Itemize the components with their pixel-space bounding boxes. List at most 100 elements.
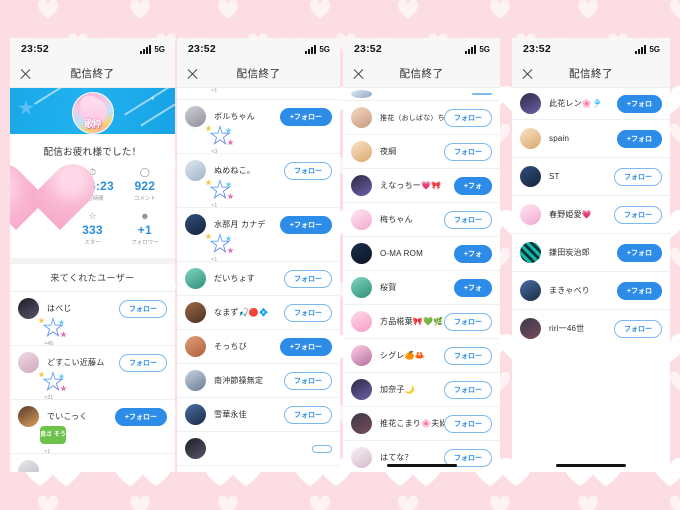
avatar [18, 298, 39, 319]
follow-button[interactable]: +フォロ [616, 243, 662, 262]
follow-button[interactable]: フォロー [614, 205, 662, 224]
panel1-content[interactable]: 歌枠 配信お疲れ様でした！ ⏱ 2:06:23 配信時間 ☆ 333 スター ◯… [10, 88, 175, 472]
follow-button[interactable] [312, 444, 332, 453]
follow-button[interactable]: フォロー [284, 405, 332, 424]
phone-panel-4: 23:52 5G 配信終了 此花レン🌸🎐 +フォロ spain +フォロ ST … [512, 38, 670, 472]
page-title: 配信終了 [569, 68, 613, 80]
list-item[interactable]: でいこっく +フォロー 良さ そう ×1 [10, 400, 175, 455]
avatar [18, 460, 39, 472]
follow-button[interactable]: フォロー [444, 414, 492, 433]
list-item[interactable] [343, 88, 500, 101]
list-item[interactable]: ST フォロー [512, 158, 670, 196]
avatar [185, 336, 206, 357]
follow-button[interactable]: +フォロー [279, 107, 332, 126]
list-item[interactable]: 梅ちゃん フォロー [343, 203, 500, 237]
follow-button[interactable]: +フォ [453, 278, 492, 297]
list-item[interactable]: 雪華永佳 フォロー [177, 398, 340, 432]
follow-button[interactable]: +フォロー [114, 407, 167, 426]
close-icon[interactable] [352, 67, 365, 80]
avatar [351, 413, 372, 434]
close-icon[interactable] [19, 67, 32, 80]
panel2-content[interactable]: ×1 ボルちゃん +フォロー ×3 ぬめねこ。 フォロー ×1 水那月 カナデ … [177, 88, 340, 472]
follow-button[interactable]: +フォロ [616, 281, 662, 300]
follow-button[interactable]: フォロー [444, 380, 492, 399]
list-item[interactable]: ボルちゃん +フォロー ×3 [177, 100, 340, 155]
list-item[interactable]: 夜綱 フォロー [343, 135, 500, 169]
follow-button[interactable] [472, 93, 492, 95]
list-item[interactable]: シグレ🍊🦀 フォロー [343, 339, 500, 373]
status-indicators: 5G [140, 44, 165, 54]
avatar [351, 90, 372, 98]
follow-button[interactable]: フォロー [119, 299, 167, 318]
status-bar: 23:52 5G [512, 38, 670, 60]
follow-button[interactable]: +フォロー [279, 337, 332, 356]
gift-sticker-icon: 良さ そう ×1 [38, 425, 78, 455]
follow-button[interactable]: +フォロ [616, 129, 662, 148]
user-name: 桜賀 [380, 283, 397, 292]
user-name: 推花（おしばな）ちあき🔷夫婦V [380, 114, 444, 122]
follow-button[interactable]: フォロー [284, 303, 332, 322]
list-item[interactable]: 加奈子🌙 フォロー [343, 373, 500, 407]
list-item[interactable]: はてな？ フォロー [343, 441, 500, 472]
avatar [351, 141, 372, 162]
follow-button[interactable]: フォロー [614, 319, 662, 338]
follow-button[interactable]: フォロー [284, 371, 332, 390]
banner-avatar-label: 歌枠 [84, 119, 101, 129]
home-indicator [556, 464, 626, 467]
list-item[interactable]: 南沖節操無定 フォロー [177, 364, 340, 398]
list-item[interactable]: 推花（おしばな）ちあき🔷夫婦V フォロー [343, 101, 500, 135]
avatar [185, 370, 206, 391]
network-label: 5G [649, 44, 660, 54]
close-icon[interactable] [521, 67, 534, 80]
user-name: ボルちゃん [214, 112, 255, 121]
list-item[interactable] [177, 432, 340, 466]
status-time: 23:52 [188, 43, 216, 55]
follow-button[interactable]: フォロー [444, 108, 492, 127]
stat-follower-label: フォロワー [131, 240, 159, 246]
follow-button[interactable]: フォロー [119, 353, 167, 372]
user-name: 此花レン🌸🎐 [549, 99, 603, 108]
follow-button[interactable]: フォロー [444, 142, 492, 161]
panel4-content[interactable]: 此花レン🌸🎐 +フォロ spain +フォロ ST フォロー 春野姫愛💗 フォロ… [512, 88, 670, 472]
follow-button[interactable]: フォロー [614, 167, 662, 186]
list-item[interactable]: O-MA ROM +フォ [343, 237, 500, 271]
list-item[interactable]: えなっちー💗🎀 +フォ [343, 169, 500, 203]
list-item[interactable]: はべじ フォロー ×45 [10, 292, 175, 347]
list-item[interactable]: だいちょす フォロー [177, 262, 340, 296]
follow-button[interactable]: +フォロ [616, 94, 662, 113]
list-item[interactable] [10, 454, 175, 472]
follow-button[interactable]: フォロー [284, 161, 332, 180]
screenshot-panels: 23:52 5G 配信終了 歌枠 配信お疲れ様でした！ ⏱ 2:06:23 配信… [0, 0, 680, 510]
follow-button[interactable]: +フォ [453, 244, 492, 263]
list-item[interactable]: 此花レン🌸🎐 +フォロ [512, 88, 670, 120]
follow-button[interactable]: フォロー [444, 312, 492, 331]
follow-button[interactable]: フォロー [444, 210, 492, 229]
list-item[interactable]: そっちび +フォロー [177, 330, 340, 364]
list-item[interactable]: 推花こまり🌸夫婦V フォロー [343, 407, 500, 441]
follow-button[interactable]: +フォロー [279, 215, 332, 234]
list-item[interactable]: ぬめねこ。 フォロー ×1 [177, 154, 340, 209]
list-item[interactable]: riri一46世 フォロー [512, 310, 670, 347]
avatar [520, 318, 541, 339]
close-icon[interactable] [186, 67, 199, 80]
page-title: 配信終了 [70, 68, 115, 80]
avatar [18, 406, 39, 427]
list-item[interactable]: なまず🎣🔴💠 フォロー [177, 296, 340, 330]
list-item[interactable]: 春野姫愛💗 フォロー [512, 196, 670, 234]
panel3-content[interactable]: 推花（おしばな）ちあき🔷夫婦V フォロー 夜綱 フォロー えなっちー💗🎀 +フォ… [343, 88, 500, 472]
list-item[interactable]: 鎌田炭治郎 +フォロ [512, 234, 670, 272]
list-item[interactable]: 水那月 カナデ +フォロー ×1 [177, 208, 340, 263]
phone-panel-3: 23:52 5G 配信終了 推花（おしばな）ちあき🔷夫婦V フォロー [343, 38, 500, 472]
follow-button[interactable]: フォロー [284, 269, 332, 288]
avatar [351, 277, 372, 298]
stat-follower-value: +1 [137, 223, 152, 237]
follow-button[interactable]: +フォ [453, 176, 492, 195]
list-item[interactable]: 桜賀 +フォ [343, 271, 500, 305]
avatar [520, 128, 541, 149]
list-item[interactable]: どすこい近藤ム フォロー ×31 [10, 346, 175, 401]
list-item[interactable]: spain +フォロ [512, 120, 670, 158]
cellular-bars-icon [305, 44, 317, 54]
follow-button[interactable]: フォロー [444, 346, 492, 365]
list-item[interactable]: 方品椛葉🎀💚🌿 フォロー [343, 305, 500, 339]
list-item[interactable]: まきゃべり +フォロ [512, 272, 670, 310]
